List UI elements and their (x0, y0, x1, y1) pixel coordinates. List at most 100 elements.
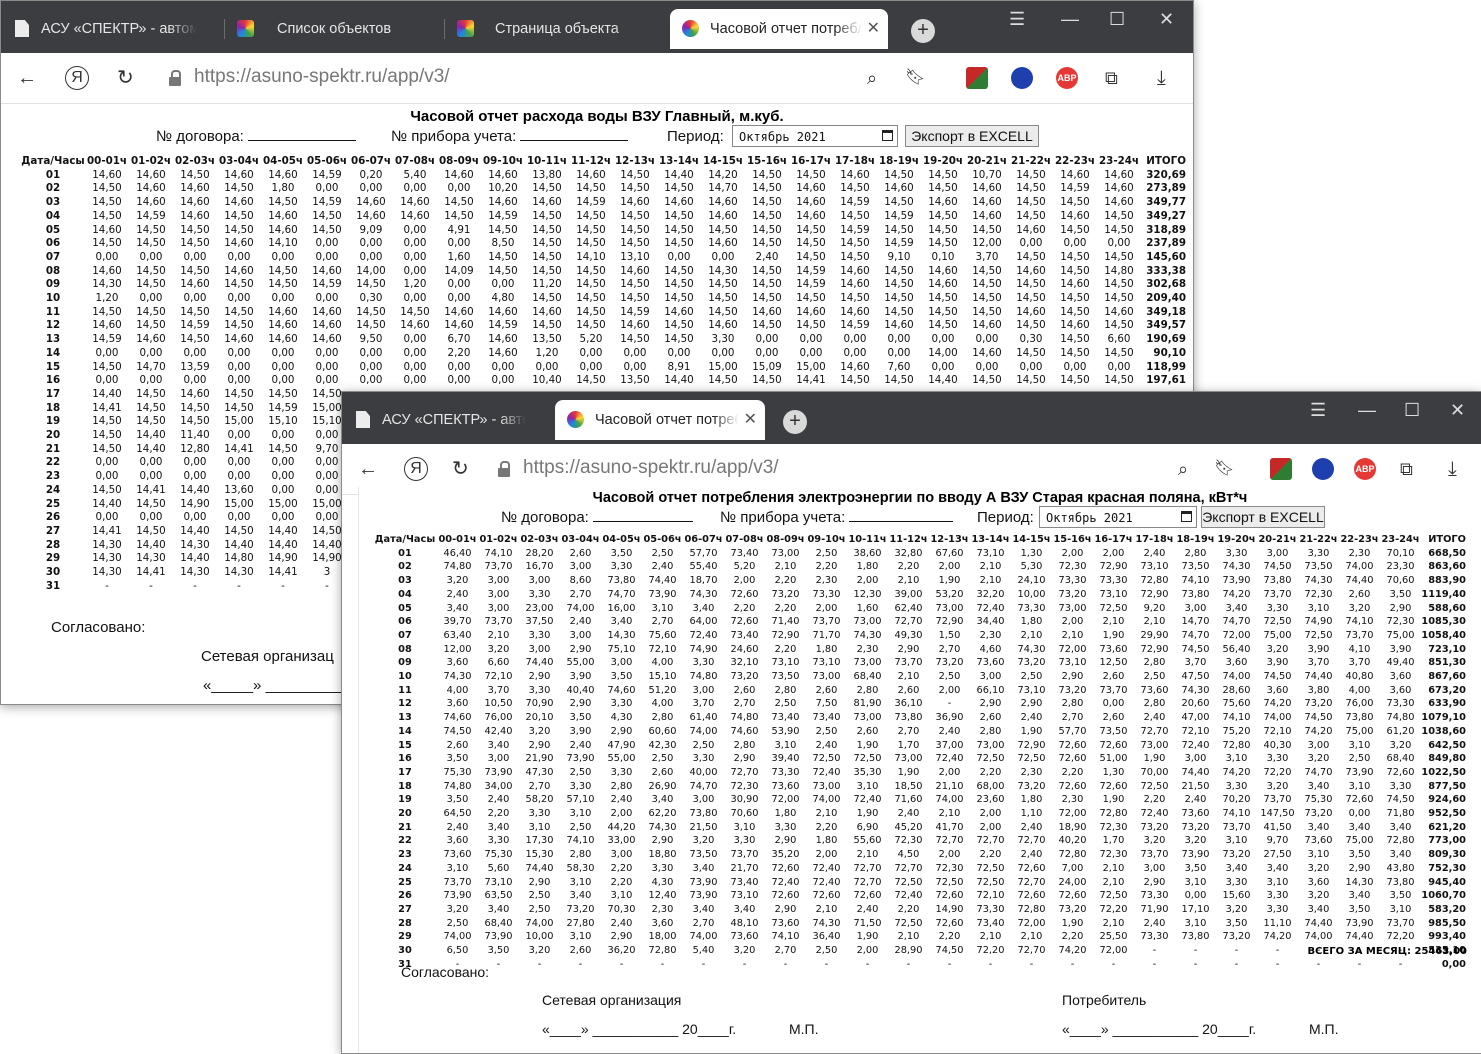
hour-value-cell: 14,50 (180, 223, 210, 236)
minimize-icon[interactable]: — (1358, 400, 1376, 421)
hour-value-cell: 73,10 (1058, 657, 1087, 669)
hour-value-cell: 73,60 (771, 917, 800, 929)
export-excel-button[interactable]: Экспорт в EXCELL (905, 125, 1039, 147)
calendar-icon[interactable] (882, 130, 893, 141)
row-date-cell: 04 (45, 209, 61, 222)
menu-icon[interactable]: ☰ (1310, 400, 1326, 421)
menu-icon[interactable]: ☰ (1009, 9, 1025, 30)
hour-value-cell: - (947, 698, 952, 710)
hour-value-cell: 13,59 (180, 360, 210, 373)
hour-value-cell: 14,59 (92, 333, 122, 346)
hour-value-cell: 2,70 (897, 725, 920, 737)
hour-value-cell: 2,60 (569, 945, 592, 957)
hour-value-cell: 3,10 (569, 876, 592, 888)
address-bar[interactable]: https://asuno-spektr.ru/app/v3/ (523, 457, 779, 479)
hour-value-cell: 2,50 (528, 890, 551, 902)
hour-value-cell: 72,40 (812, 862, 841, 874)
row-total-cell: 863,60 (1428, 561, 1466, 573)
hour-value-cell: 2,10 (1102, 876, 1125, 888)
tab-hourly-report[interactable]: Часовой отчет потребления ✕ (555, 400, 765, 440)
close-window-icon[interactable]: ✕ (1159, 9, 1174, 30)
hour-value-cell: 14,50 (884, 264, 914, 277)
hour-value-cell: 3,40 (487, 903, 510, 915)
hour-value-cell: 14,40 (664, 168, 694, 181)
hour-value-cell: 14,70 (136, 360, 166, 373)
tab-asu-spektr[interactable]: АСУ «СПЕКТР» - автоматизированная систем… (342, 400, 552, 440)
hour-value-cell: 3,50 (487, 945, 510, 957)
hour-value-cell: 70,30 (607, 903, 636, 915)
row-date-cell: 01 (398, 547, 412, 559)
export-excel-button[interactable]: Экспорт в EXCELL (1201, 506, 1325, 528)
reload-icon[interactable]: ↻ (117, 53, 134, 103)
hour-value-cell: 2,10 (774, 561, 797, 573)
hour-value-cell: 0,00 (271, 429, 295, 442)
row-date-cell: 09 (45, 278, 61, 291)
hour-value-cell: 2,80 (1184, 547, 1207, 559)
hour-value-cell: 14,50 (972, 278, 1002, 291)
adblock-icon[interactable]: ABP (1056, 67, 1078, 89)
yandex-icon[interactable]: Я (65, 66, 89, 90)
hour-value-cell: 2,20 (897, 903, 920, 915)
hour-value-cell: 73,90 (689, 890, 718, 902)
vpn-globe-icon[interactable] (1011, 67, 1033, 89)
hour-value-cell: 14,60 (840, 305, 870, 318)
header-hour: 13-14ч (971, 534, 1010, 545)
hour-value-cell: 1,90 (1143, 753, 1166, 765)
tab-object-page[interactable]: Страница объекта (445, 9, 665, 49)
new-tab-button[interactable]: + (911, 19, 935, 43)
header-hour: 01-02ч (479, 534, 518, 545)
hour-value-cell: 15,00 (796, 360, 826, 373)
hour-value-cell: 14,50 (752, 237, 782, 250)
period-date-input[interactable]: Октябрь 2021 (732, 125, 898, 147)
close-tab-icon[interactable]: ✕ (867, 9, 880, 49)
minimize-icon[interactable]: — (1061, 9, 1079, 30)
table-row: 01 46,40 74,10 28,20 2,60 3,50 2,50 57,70 73,40 7… (373, 547, 1469, 561)
hour-value-cell: 3,30 (528, 684, 551, 696)
hour-value-cell: 74,70 (689, 780, 718, 792)
extension-icon[interactable] (1270, 458, 1292, 480)
hour-value-cell: 3,30 (733, 835, 756, 847)
maximize-icon[interactable]: ☐ (1404, 400, 1420, 421)
hour-value-cell: 3,40 (1225, 862, 1248, 874)
hour-value-cell: 0,00 (139, 511, 163, 524)
hour-value-cell: 43,80 (1386, 862, 1415, 874)
download-icon[interactable]: ⤓ (1157, 53, 1166, 103)
translate-icon[interactable]: ⧉ (1105, 53, 1118, 103)
hour-value-cell: 72,80 (1222, 739, 1251, 751)
tab-object-list[interactable]: Список объектов (225, 9, 443, 49)
hour-value-cell: 14,60 (268, 168, 298, 181)
address-bar[interactable]: https://asuno-spektr.ru/app/v3/ (194, 66, 450, 88)
vpn-globe-icon[interactable] (1312, 458, 1334, 480)
maximize-icon[interactable]: ☐ (1109, 9, 1125, 30)
search-icon[interactable]: ⌕ (867, 53, 877, 103)
table-row: 06 39,70 73,70 37,50 2,40 3,40 2,70 64,00 72,60 7… (373, 615, 1469, 629)
tab-asu-spektr[interactable]: АСУ «СПЕКТР» - автоматизированная систем… (1, 9, 223, 49)
calendar-icon[interactable] (1181, 511, 1192, 522)
row-total-cell: 1038,60 (1421, 725, 1466, 737)
bookmark-icon[interactable]: 🔖︎ (905, 53, 925, 103)
hour-value-cell: 72,00 (1017, 917, 1046, 929)
adblock-icon[interactable]: ABP (1354, 458, 1376, 480)
tab-hourly-report[interactable]: Часовой отчет потребления ✕ (670, 9, 888, 49)
hour-value-cell: 2,00 (1102, 547, 1125, 559)
hour-value-cell: 14,50 (884, 223, 914, 236)
hour-value-cell: 74,50 (935, 945, 964, 957)
close-window-icon[interactable]: ✕ (1450, 400, 1465, 421)
hour-value-cell: 9,20 (1143, 602, 1166, 614)
hour-value-cell: 73,70 (1222, 821, 1251, 833)
hour-value-cell: 14,50 (136, 223, 166, 236)
row-total-cell: 90,10 (1153, 346, 1186, 359)
header-hour: 02-03ч (520, 534, 559, 545)
hour-value-cell: 14,50 (796, 292, 826, 305)
extension-icon[interactable] (966, 67, 988, 89)
back-icon[interactable]: ← (17, 53, 37, 103)
hour-value-cell: 73,60 (1181, 808, 1210, 820)
new-tab-button[interactable]: + (783, 410, 807, 434)
yandex-icon[interactable]: Я (404, 457, 428, 481)
hour-value-cell: 73,90 (566, 753, 595, 765)
close-tab-icon[interactable]: ✕ (744, 400, 757, 440)
hour-value-cell: 3,40 (1348, 821, 1371, 833)
hour-value-cell: 72,70 (1017, 835, 1046, 847)
hour-value-cell: 72,90 (1140, 643, 1169, 655)
period-date-input[interactable]: Октябрь 2021 (1039, 506, 1197, 528)
